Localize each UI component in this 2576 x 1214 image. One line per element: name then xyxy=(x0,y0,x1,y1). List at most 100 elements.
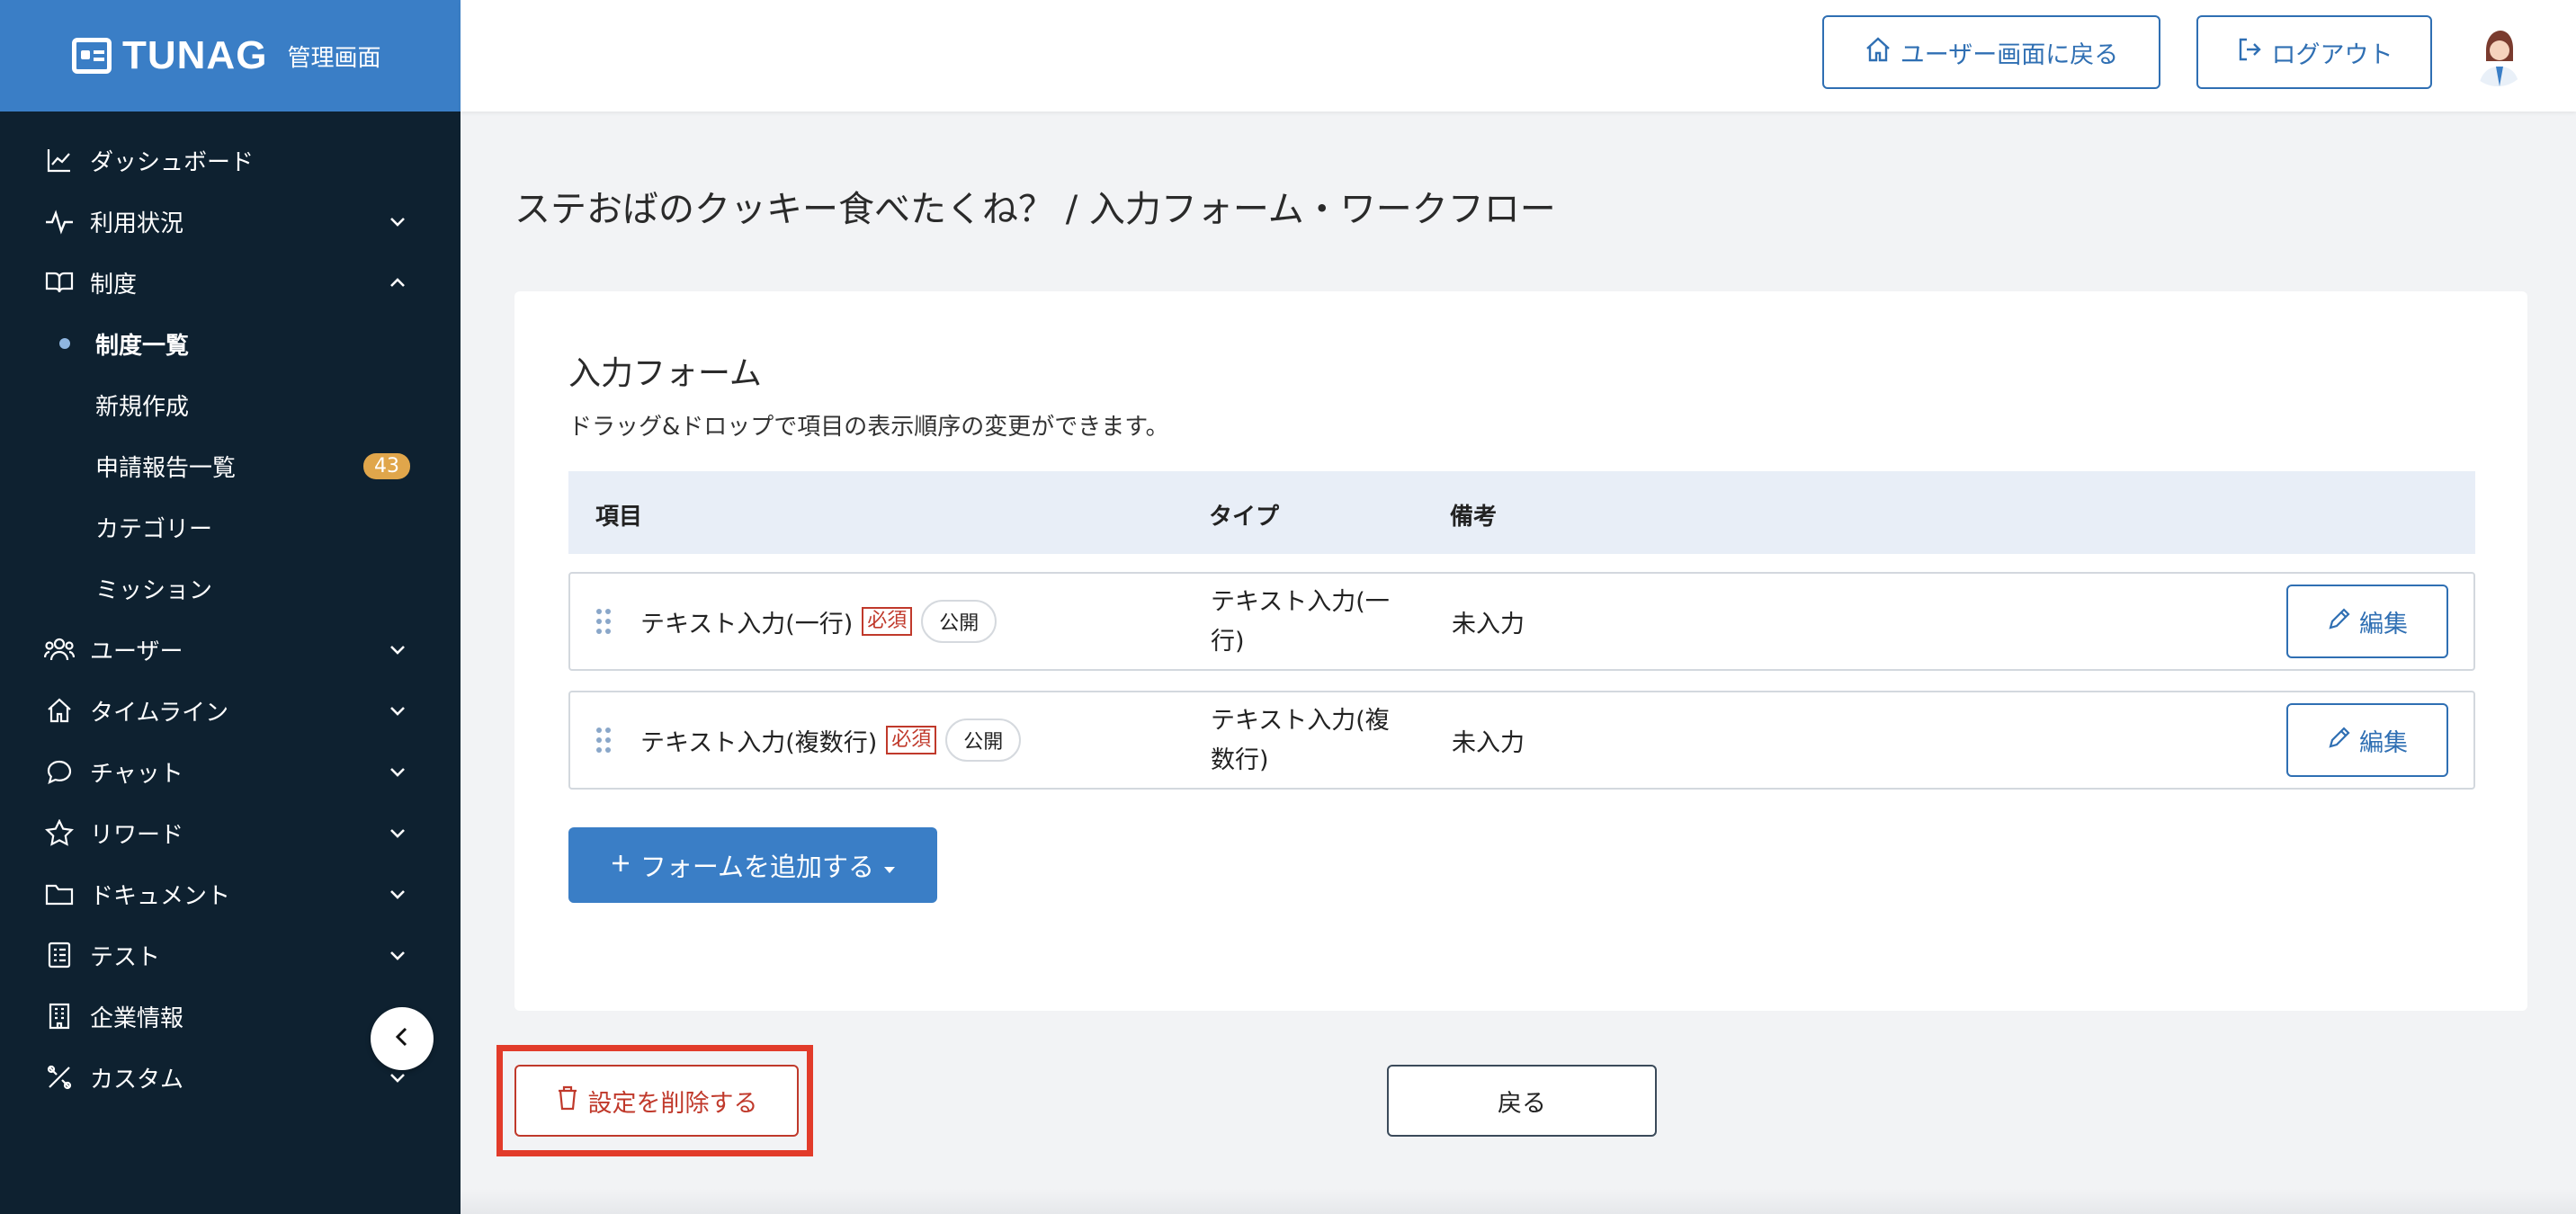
field-type-cell: テキスト入力(複 数行) xyxy=(1211,701,1427,781)
add-form-label: フォームを追加する xyxy=(640,852,875,882)
chevron-down-icon xyxy=(385,698,410,723)
table-row[interactable]: テキスト入力(一行) 必須 公開 テキスト入力(一 行) 未入力 編集 xyxy=(568,572,2475,671)
field-name: テキスト入力(一行) xyxy=(640,610,854,638)
section-title: 入力フォーム xyxy=(568,355,762,392)
section-description: ドラッグ&ドロップで項目の表示順序の変更ができます。 xyxy=(568,414,1169,441)
avatar[interactable] xyxy=(2466,23,2529,86)
sidebar-item-timeline[interactable]: タイムライン xyxy=(0,680,461,741)
required-tag: 必須 xyxy=(886,726,937,754)
sidebar-item-label: 申請報告一覧 xyxy=(95,454,237,482)
add-form-button[interactable]: フォームを追加する xyxy=(568,827,937,903)
input-form-card: 入力フォーム ドラッグ&ドロップで項目の表示順序の変更ができます。 項目 タイプ… xyxy=(514,291,2527,1011)
delete-settings-button[interactable]: 設定を削除する xyxy=(514,1065,799,1137)
required-tag: 必須 xyxy=(862,607,913,636)
field-type-line: テキスト入力(複 xyxy=(1211,707,1390,735)
sidebar-subitem-mission[interactable]: ミッション xyxy=(0,558,461,619)
sidebar-item-users[interactable]: ユーザー xyxy=(0,619,461,680)
column-header-note: 備考 xyxy=(1450,504,1498,531)
field-type-line: 行) xyxy=(1211,628,1245,656)
field-type-cell: テキスト入力(一 行) xyxy=(1211,583,1427,662)
logout-label: ログアウト xyxy=(2271,40,2393,69)
drag-handle-icon[interactable] xyxy=(595,727,612,754)
chevron-down-icon xyxy=(385,942,410,968)
sidebar-subitem-new[interactable]: 新規作成 xyxy=(0,374,461,435)
sidebar-item-dashboard[interactable]: ダッシュボード xyxy=(0,129,461,191)
edit-label: 編集 xyxy=(2359,610,2408,638)
sidebar-subitem-system-list[interactable]: 制度一覧 xyxy=(0,313,461,374)
public-tag: 公開 xyxy=(945,719,1022,762)
sidebar-item-chat[interactable]: チャット xyxy=(0,741,461,802)
plus-icon xyxy=(610,850,631,880)
sidebar-subitem-applications[interactable]: 申請報告一覧 43 xyxy=(0,435,461,496)
sidebar-collapse-button[interactable] xyxy=(371,1007,434,1070)
delete-settings-label: 設定を削除する xyxy=(587,1089,758,1118)
home-icon xyxy=(1865,36,1892,69)
sidebar-item-reward[interactable]: リワード xyxy=(0,802,461,863)
sidebar-item-label: テスト xyxy=(90,943,161,971)
sidebar-item-label: ユーザー xyxy=(90,638,183,665)
field-note: 未入力 xyxy=(1452,728,1525,757)
page-title: ステおばのクッキー食べたくね？ / 入力フォーム・ワークフロー xyxy=(514,189,1556,230)
sidebar-item-label: 新規作成 xyxy=(95,393,190,421)
brand-header[interactable]: TUNAG 管理画面 xyxy=(0,0,461,112)
column-header-type: タイプ xyxy=(1209,504,1280,531)
field-note: 未入力 xyxy=(1452,610,1525,638)
star-icon xyxy=(43,817,76,849)
chevron-down-icon xyxy=(385,759,410,784)
field-type-line: テキスト入力(一 xyxy=(1211,588,1390,616)
column-header-item: 項目 xyxy=(595,504,643,531)
field-name-cell: テキスト入力(複数行) 必須 公開 xyxy=(640,692,1022,788)
logout-button[interactable]: ログアウト xyxy=(2196,15,2432,89)
chevron-down-icon xyxy=(385,820,410,845)
sidebar-item-label: ドキュメント xyxy=(90,882,231,910)
users-icon xyxy=(43,633,76,665)
edit-button[interactable]: 編集 xyxy=(2286,585,2448,658)
page-bottom-edge xyxy=(461,1189,2576,1214)
pencil-icon xyxy=(2327,606,2352,638)
home-icon xyxy=(43,694,76,727)
chevron-down-icon xyxy=(385,637,410,662)
brand-name: TUNAG xyxy=(122,33,268,77)
sidebar-item-test[interactable]: テスト xyxy=(0,924,461,986)
chat-bubble-icon xyxy=(43,755,76,788)
tunag-logo-icon xyxy=(72,38,112,74)
back-button[interactable]: 戻る xyxy=(1387,1065,1657,1137)
sidebar-item-label: 制度一覧 xyxy=(95,332,190,360)
sidebar-item-label: リワード xyxy=(90,821,184,849)
folder-icon xyxy=(43,878,76,910)
sidebar-item-label: ミッション xyxy=(95,576,213,604)
sidebar-subitem-category[interactable]: カテゴリー xyxy=(0,496,461,558)
sidebar-item-label: 企業情報 xyxy=(90,1004,184,1032)
active-dot xyxy=(59,338,70,349)
tools-icon xyxy=(43,1061,76,1093)
chart-line-icon xyxy=(43,144,76,176)
brand-subtitle: 管理画面 xyxy=(287,44,381,72)
field-name: テキスト入力(複数行) xyxy=(640,728,878,757)
chevron-down-icon xyxy=(385,209,410,234)
sidebar-item-label: タイムライン xyxy=(90,699,229,727)
sidebar-item-label: カスタム xyxy=(90,1066,184,1093)
pencil-icon xyxy=(2327,725,2352,756)
sidebar-item-usage[interactable]: 利用状況 xyxy=(0,191,461,252)
sidebar-item-document[interactable]: ドキュメント xyxy=(0,863,461,924)
sidebar-item-label: ダッシュボード xyxy=(90,148,255,176)
back-to-user-screen-label: ユーザー画面に戻る xyxy=(1900,40,2119,69)
book-icon xyxy=(43,266,76,299)
sidebar-item-label: カテゴリー xyxy=(95,515,213,543)
edit-button[interactable]: 編集 xyxy=(2286,703,2448,777)
sidebar: TUNAG 管理画面 ダッシュボード 利用状況 制度 制度一覧 新規作成 申請報… xyxy=(0,0,461,1214)
sidebar-item-label: 制度 xyxy=(90,271,138,299)
chevron-down-icon xyxy=(385,881,410,906)
drag-handle-icon[interactable] xyxy=(595,608,612,635)
trash-icon xyxy=(556,1085,579,1118)
public-tag: 公開 xyxy=(921,600,997,643)
pulse-icon xyxy=(43,205,76,237)
back-to-user-screen-button[interactable]: ユーザー画面に戻る xyxy=(1822,15,2160,89)
count-badge: 43 xyxy=(363,452,410,479)
sidebar-item-label: チャット xyxy=(90,760,183,788)
edit-label: 編集 xyxy=(2359,728,2408,757)
chevron-left-icon xyxy=(392,1025,412,1052)
top-header: ユーザー画面に戻る ログアウト xyxy=(461,0,2576,112)
sidebar-item-system[interactable]: 制度 xyxy=(0,252,461,313)
table-row[interactable]: テキスト入力(複数行) 必須 公開 テキスト入力(複 数行) 未入力 編集 xyxy=(568,691,2475,790)
